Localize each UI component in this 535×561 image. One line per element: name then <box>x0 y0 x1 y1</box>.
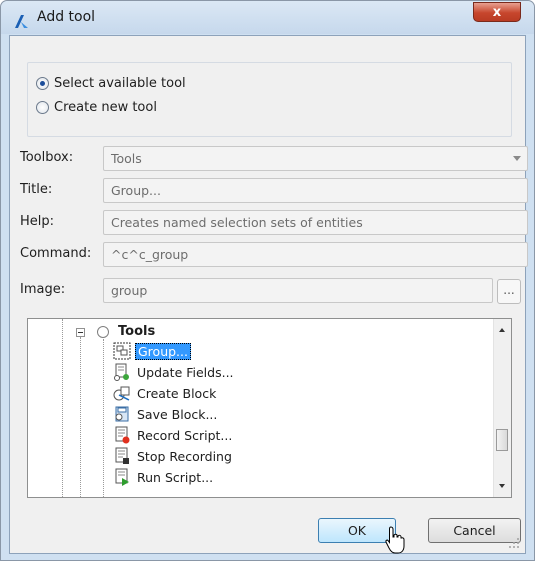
tree-item-label: Run Script... <box>137 469 214 485</box>
title-bar[interactable]: Add tool x <box>1 1 534 34</box>
tree-item-update-fields[interactable]: Update Fields... <box>113 362 236 382</box>
toolbox-select[interactable]: Tools <box>103 146 528 171</box>
image-label: Image: <box>20 282 66 297</box>
scrollbar-thumb[interactable] <box>496 429 508 451</box>
app-logo-icon <box>15 15 28 28</box>
collapse-toggle[interactable] <box>76 328 85 337</box>
close-button[interactable]: x <box>473 2 521 22</box>
radio-button-checked[interactable] <box>36 77 49 90</box>
tree-item-label: Create Block <box>137 385 217 401</box>
save-block-icon <box>115 406 129 422</box>
title-field[interactable]: Group... <box>103 178 528 203</box>
record-script-icon <box>115 426 130 444</box>
group-icon <box>113 342 131 360</box>
toolbox-label: Toolbox: <box>20 150 74 165</box>
tree-guide-line <box>62 319 63 497</box>
tree-item-group[interactable]: Group... <box>113 341 191 361</box>
toolbox-value: Tools <box>111 151 142 166</box>
tools-node-icon <box>97 326 109 338</box>
mode-group: Select available tool Create new tool <box>27 62 512 137</box>
radio-select-available-label: Select available tool <box>54 76 186 91</box>
title-value: Group... <box>111 183 161 198</box>
tree-item-create-block[interactable]: Create Block <box>113 383 218 403</box>
tree-item-label: Group... <box>135 342 191 360</box>
command-value: ^c^c_group <box>111 247 189 262</box>
tool-tree[interactable]: Tools Group... Update Fields... Create B… <box>27 318 512 498</box>
help-value: Creates named selection sets of entities <box>111 215 363 230</box>
tree-item-record-script[interactable]: Record Script... <box>113 425 234 445</box>
tree-item-label: Save Block... <box>137 406 218 422</box>
help-label: Help: <box>20 214 55 229</box>
chevron-down-icon <box>513 156 521 161</box>
tree-item-save-block[interactable]: Save Block... <box>113 404 219 424</box>
radio-button-unchecked[interactable] <box>36 101 49 114</box>
command-field[interactable]: ^c^c_group <box>103 242 528 267</box>
tree-item-stop-recording[interactable]: Stop Recording <box>113 446 234 466</box>
update-fields-icon <box>114 363 129 381</box>
browse-image-button[interactable]: ... <box>497 279 521 304</box>
tree-guide-line <box>80 337 81 497</box>
tree-item-label: Update Fields... <box>137 364 234 380</box>
run-script-icon <box>115 468 129 486</box>
image-value: group <box>111 283 148 298</box>
radio-create-new[interactable]: Create new tool <box>36 100 157 115</box>
scroll-down-icon[interactable] <box>499 484 505 488</box>
tree-item-label: Record Script... <box>137 427 233 443</box>
tree-guide-line <box>103 339 104 497</box>
tree-item-label: Stop Recording <box>137 448 232 464</box>
tree-item-run-script[interactable]: Run Script... <box>113 467 215 487</box>
mouse-cursor-icon <box>385 526 405 554</box>
dialog-body: Select available tool Create new tool To… <box>9 35 528 554</box>
resize-grip-icon[interactable] <box>508 537 520 549</box>
radio-create-new-label: Create new tool <box>54 100 157 115</box>
help-field[interactable]: Creates named selection sets of entities <box>103 210 528 235</box>
radio-select-available[interactable]: Select available tool <box>36 76 186 91</box>
tree-root-tools[interactable]: Tools <box>118 324 155 339</box>
create-block-icon <box>113 386 130 401</box>
scroll-up-icon[interactable] <box>499 328 505 332</box>
tree-scrollbar[interactable] <box>493 319 511 497</box>
title-label: Title: <box>20 182 53 197</box>
window-title: Add tool <box>37 9 96 25</box>
stop-recording-icon <box>115 447 129 464</box>
add-tool-dialog: Add tool x Select available tool Create … <box>0 0 535 561</box>
command-label: Command: <box>20 246 92 261</box>
image-field[interactable]: group <box>103 278 493 303</box>
